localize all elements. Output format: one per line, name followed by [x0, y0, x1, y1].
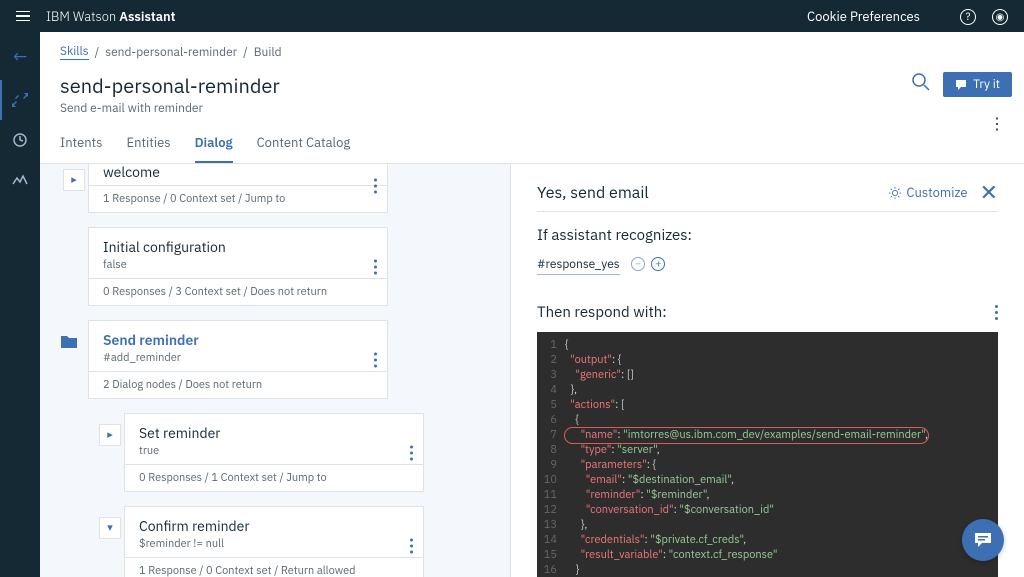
- brand-bold: Assistant: [119, 8, 175, 25]
- dialog-node[interactable]: Send reminder #add_reminder 2 Dialog nodes…: [88, 320, 388, 399]
- tabs: Intents Entities Dialog Content Catalog: [60, 134, 1004, 163]
- breadcrumb-skill: send-personal-reminder: [105, 45, 237, 60]
- node-footer: 2 Dialog nodes / Does not return: [89, 371, 387, 398]
- node-overflow-icon[interactable]: [374, 259, 377, 274]
- back-arrow-icon[interactable]: ←: [0, 40, 40, 72]
- brand-light: IBM Watson: [46, 8, 119, 25]
- node-title: Send reminder: [103, 331, 347, 349]
- try-it-label: Try it: [973, 77, 1000, 92]
- recognizes-label: If assistant recognizes:: [537, 226, 998, 245]
- chevron-right-icon[interactable]: ▸: [99, 424, 121, 446]
- dialog-node[interactable]: Initial configuration false 0 Responses / …: [88, 227, 388, 306]
- condition-chip[interactable]: #response_yes: [537, 255, 620, 275]
- account-icon[interactable]: ◉: [992, 7, 1008, 25]
- chevron-down-icon[interactable]: ▾: [99, 517, 121, 539]
- node-overflow-icon[interactable]: [410, 445, 413, 460]
- node-title: welcome: [103, 164, 347, 181]
- page-subtitle: Send e-mail with reminder: [60, 101, 1004, 116]
- response-overflow-icon[interactable]: [995, 305, 998, 320]
- tab-dialog[interactable]: Dialog: [195, 134, 233, 163]
- customize-label: Customize: [906, 184, 967, 201]
- dialog-node[interactable]: ▸welcome1 Response / 0 Context set / Jum…: [88, 164, 388, 213]
- page-header: Skills / send-personal-reminder / Build …: [40, 32, 1024, 164]
- add-condition-icon[interactable]: +: [651, 257, 665, 271]
- node-footer: 1 Response / 0 Context set / Return allo…: [125, 557, 423, 577]
- search-icon[interactable]: [911, 72, 931, 97]
- node-condition: false: [103, 258, 347, 272]
- node-title-input[interactable]: [537, 179, 876, 207]
- respond-label: Then respond with:: [537, 303, 995, 322]
- node-condition: true: [139, 444, 383, 458]
- node-footer: 1 Response / 0 Context set / Jump to: [89, 185, 387, 212]
- node-overflow-icon[interactable]: [410, 538, 413, 553]
- rail-improve-icon[interactable]: [0, 160, 40, 200]
- tab-intents[interactable]: Intents: [60, 134, 103, 163]
- cookie-preferences-link[interactable]: Cookie Preferences: [807, 8, 920, 25]
- dialog-tree: ▸ welcome 1 Response / 0 Context set / Jum…: [40, 164, 510, 577]
- breadcrumb: Skills / send-personal-reminder / Build: [60, 44, 1004, 60]
- node-condition: #add_reminder: [103, 351, 347, 365]
- dialog-node[interactable]: ▾Confirm reminder$reminder != null1 Resp…: [124, 506, 424, 577]
- breadcrumb-root[interactable]: Skills: [60, 44, 89, 60]
- top-bar: IBM Watson Assistant Cookie Preferences …: [0, 0, 1024, 32]
- page-title: send-personal-reminder: [60, 72, 1004, 99]
- try-it-button[interactable]: Try it: [943, 72, 1012, 97]
- breadcrumb-leaf: Build: [254, 45, 282, 60]
- main: Skills / send-personal-reminder / Build …: [40, 32, 1024, 577]
- json-response-editor[interactable]: 1{2 "output": {3 "generic": []4 },5 "act…: [537, 332, 998, 577]
- dialog-node[interactable]: ▸Set remindertrue0 Responses / 1 Context…: [124, 413, 424, 492]
- page-overflow-icon[interactable]: ⋮: [989, 114, 1006, 134]
- close-icon[interactable]: ✕: [980, 178, 998, 207]
- folder-icon: [61, 333, 77, 353]
- node-title: Initial configuration: [103, 238, 347, 256]
- tab-entities[interactable]: Entities: [127, 134, 171, 163]
- node-condition: $reminder != null: [139, 537, 383, 551]
- hamburger-icon[interactable]: [16, 11, 30, 22]
- help-icon[interactable]: ?: [960, 7, 976, 25]
- left-rail: ←: [0, 32, 40, 577]
- rail-build-icon[interactable]: [0, 80, 39, 120]
- node-editor: Customize ✕ If assistant recognizes: #re…: [510, 164, 1024, 577]
- node-footer: 0 Responses / 3 Context set / Does not r…: [89, 278, 387, 305]
- node-overflow-icon[interactable]: [374, 178, 377, 193]
- node-overflow-icon[interactable]: [374, 352, 377, 367]
- tab-content-catalog[interactable]: Content Catalog: [257, 134, 351, 163]
- remove-condition-icon[interactable]: −: [631, 257, 645, 271]
- node-footer: 0 Responses / 1 Context set / Jump to: [125, 464, 423, 491]
- chevron-right-icon[interactable]: ▸: [63, 169, 85, 191]
- chat-fab-icon[interactable]: [962, 519, 1004, 561]
- node-title: Confirm reminder: [139, 517, 383, 535]
- rail-analytics-icon[interactable]: [0, 120, 40, 160]
- customize-button[interactable]: Customize: [888, 184, 967, 201]
- node-title: Set reminder: [139, 424, 383, 442]
- brand: IBM Watson Assistant: [46, 8, 176, 25]
